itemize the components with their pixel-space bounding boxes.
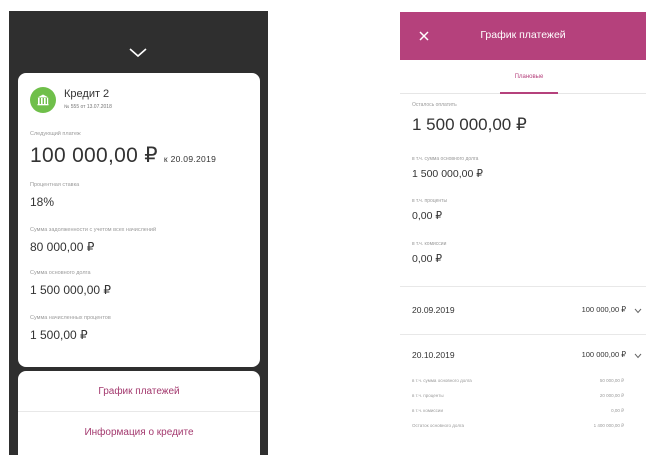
payment-detail-row: в т.ч. комиссии 0,00 ₽ (412, 408, 624, 413)
payment-schedule-button[interactable]: График платежей (18, 371, 260, 411)
payment-detail-row: в т.ч. сумма основного долга 50 000,00 ₽ (412, 378, 624, 383)
principal-label: Сумма основного долга (30, 270, 91, 276)
payment-date: 20.10.2019 (412, 350, 455, 360)
debt-total-value: 80 000,00 ₽ (30, 240, 95, 254)
interest-value: 1 500,00 ₽ (30, 328, 88, 342)
rate-label: Процентная ставка (30, 182, 80, 188)
chevron-down-icon[interactable] (128, 47, 148, 59)
credit-actions: График платежей Информация о кредите (18, 371, 260, 455)
tab-bar: Плановые (400, 60, 646, 94)
payment-amount: 100 000,00 ₽ (581, 305, 626, 314)
payment-row[interactable]: 20.10.2019 100 000,00 ₽ (412, 346, 642, 366)
page-title: График платежей (480, 29, 566, 41)
header: График платежей (400, 12, 646, 60)
payment-row[interactable]: 20.09.2019 100 000,00 ₽ (412, 301, 642, 321)
credit-contract: № 555 от 13.07.2018 (64, 104, 112, 110)
payment-date: 20.09.2019 (412, 305, 455, 315)
chevron-down-icon[interactable] (634, 353, 642, 359)
commission-value: 0,00 ₽ (412, 253, 443, 265)
principal-value: 1 500 000,00 ₽ (30, 283, 112, 297)
debt-total-label: Сумма задолженности с учетом всех начисл… (30, 227, 157, 233)
principal-value: 1 500 000,00 ₽ (412, 168, 483, 180)
commission-label: в т.ч. комиссии (412, 241, 447, 247)
credit-name: Кредит 2 (64, 88, 110, 100)
credit-card: Кредит 2 № 555 от 13.07.2018 Следующий п… (18, 73, 260, 367)
credit-details-screen: Кредит 2 № 555 от 13.07.2018 Следующий п… (9, 11, 268, 455)
credit-info-button[interactable]: Информация о кредите (18, 412, 260, 452)
divider (400, 334, 646, 335)
next-payment-amount: 100 000,00 ₽ к 20.09.2019 (30, 144, 217, 167)
rate-value: 18% (30, 195, 55, 209)
remaining-value: 1 500 000,00 ₽ (412, 115, 527, 134)
next-payment-date: к 20.09.2019 (163, 154, 217, 164)
chevron-down-icon[interactable] (634, 308, 642, 314)
tab-planned[interactable]: Плановые (500, 60, 558, 94)
payment-detail-row: Остаток основного долга 1 400 000,00 ₽ (412, 423, 624, 428)
bank-icon (30, 87, 56, 113)
interest-label: Сумма начисленных процентов (30, 315, 111, 321)
principal-label: в т.ч. сумма основного долга (412, 156, 479, 162)
interest-value: 0,00 ₽ (412, 210, 443, 222)
payment-schedule-screen: График платежей Плановые Осталось оплати… (400, 12, 646, 455)
payment-amount: 100 000,00 ₽ (581, 350, 626, 359)
remaining-label: Осталось оплатить (412, 102, 457, 108)
payment-detail-row: в т.ч. проценты 20 000,00 ₽ (412, 393, 624, 398)
interest-label: в т.ч. проценты (412, 198, 448, 204)
screen: Кредит 2 № 555 от 13.07.2018 Следующий п… (0, 0, 646, 455)
tab-underline (500, 92, 558, 94)
divider (400, 286, 646, 287)
next-payment-label: Следующий платеж (30, 131, 81, 137)
